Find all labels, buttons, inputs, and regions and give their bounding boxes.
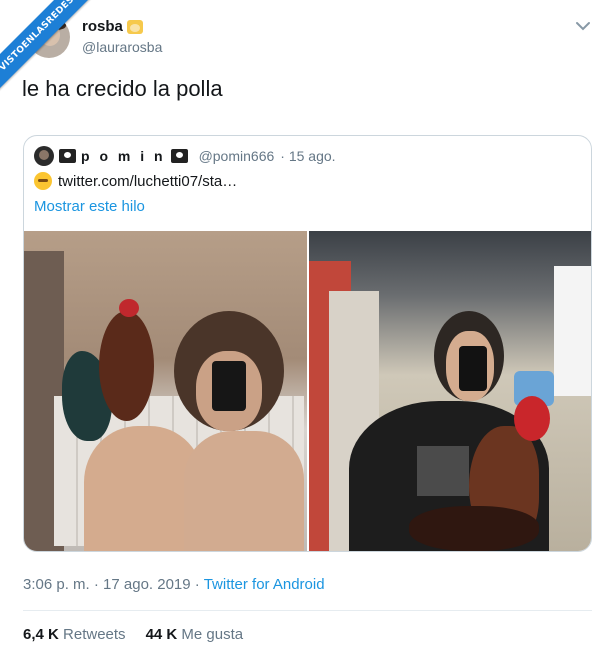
retweets-label: Retweets (63, 626, 126, 643)
photo-selfie-rooster-1[interactable] (24, 231, 307, 551)
author-info: rosba @laurarosba (82, 18, 162, 55)
quoted-handle: @pomin666 (198, 148, 275, 164)
tweet-timestamp[interactable]: 3:06 p. m. · 17 ago. 2019 · (23, 576, 200, 593)
photo-selfie-rooster-2[interactable] (308, 231, 591, 551)
likes-label: Me gusta (181, 626, 244, 643)
chevron-down-icon[interactable] (573, 16, 593, 36)
author-handle[interactable]: @laurarosba (82, 39, 162, 55)
author-display-name[interactable]: rosba (82, 18, 162, 35)
tweet-text: le ha crecido la polla (22, 76, 223, 101)
skull-crossbones-icon (59, 149, 76, 163)
quoted-header: p o m i n @pomin666 · 15 ago. (34, 146, 336, 166)
retweets-count: 6,4 K (23, 626, 59, 643)
crown-emoji-icon (126, 19, 143, 34)
retweets-stat[interactable]: 6,4 K Retweets (23, 626, 126, 643)
likes-stat[interactable]: 44 K Me gusta (146, 626, 244, 643)
tweet-stats: 6,4 K Retweets 44 K Me gusta (23, 626, 243, 643)
quoted-date: · 15 ago. (280, 148, 336, 164)
tweet-meta: 3:06 p. m. · 17 ago. 2019 · Twitter for … (23, 576, 325, 593)
rolling-eyes-emoji-icon (34, 172, 52, 190)
quoted-tweet[interactable]: p o m i n @pomin666 · 15 ago. twitter.co… (23, 135, 592, 552)
divider (23, 610, 592, 611)
show-thread-link[interactable]: Mostrar este hilo (34, 198, 145, 215)
author-name-text[interactable]: rosba (82, 18, 123, 35)
tweet-source-link[interactable]: Twitter for Android (204, 576, 325, 593)
quoted-avatar (34, 146, 54, 166)
quoted-link-text: twitter.com/luchetti07/sta… (58, 172, 238, 190)
skull-crossbones-icon (170, 149, 188, 163)
quoted-name: p o m i n (81, 148, 166, 164)
likes-count: 44 K (145, 626, 178, 643)
quoted-link-row: twitter.com/luchetti07/sta… (34, 172, 237, 190)
photo-grid (24, 231, 591, 551)
